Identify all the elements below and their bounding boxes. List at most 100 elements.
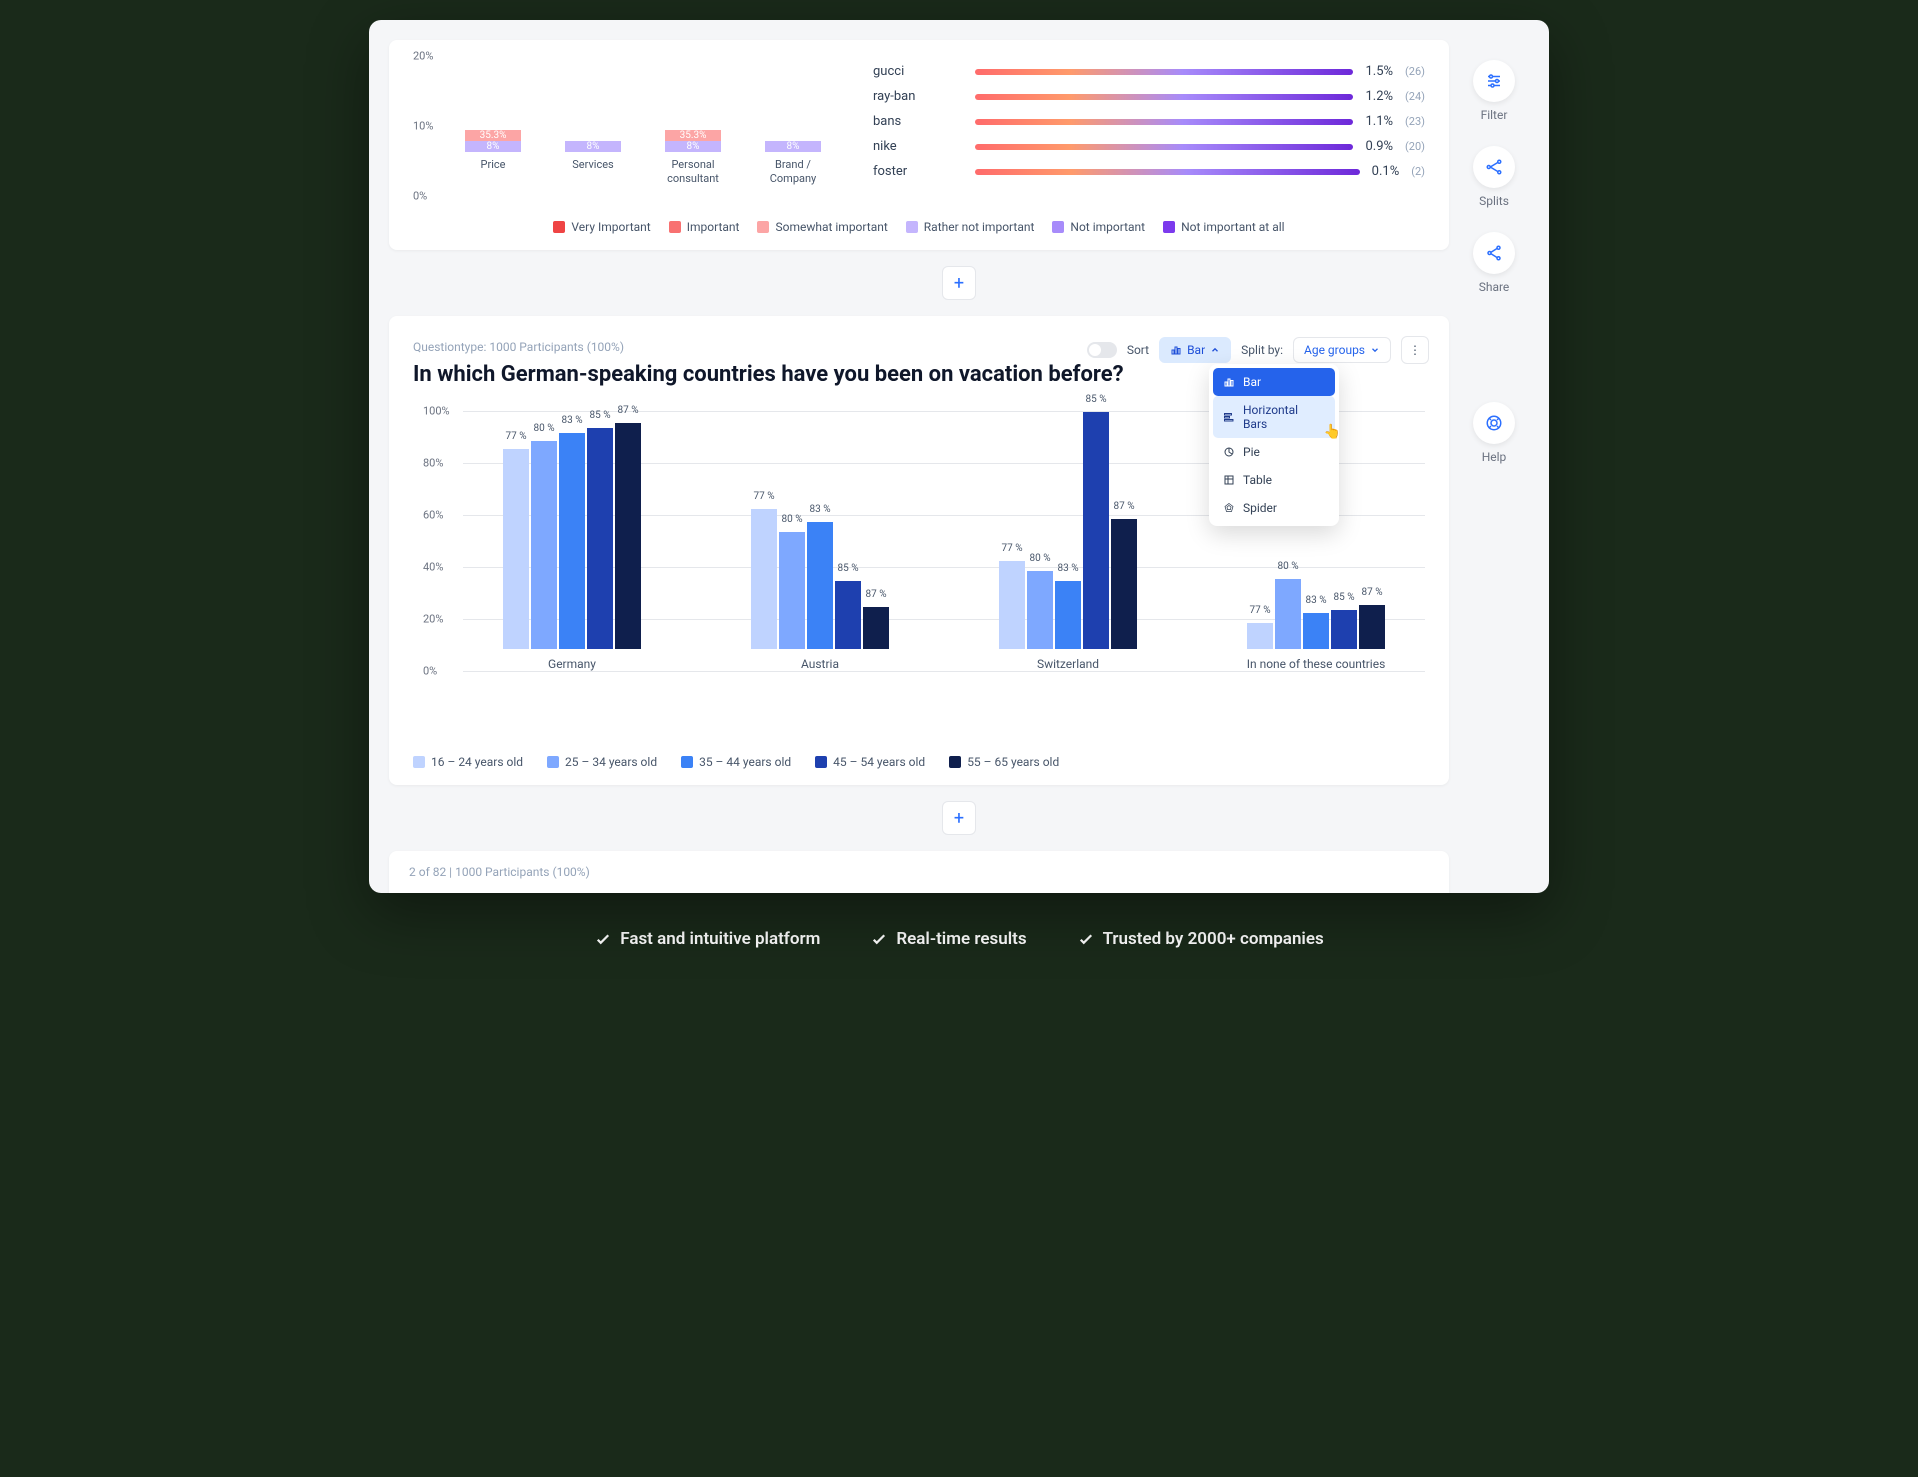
bar: 85 %: [1331, 610, 1357, 649]
seg-label: 8%: [665, 141, 721, 152]
swatch: [1163, 221, 1175, 233]
add-button[interactable]: +: [942, 266, 976, 300]
bar: 85 %: [1083, 412, 1109, 649]
brand-list: gucci 1.5% (26) ray-ban1.2%(24) bans 1.1% (23)…: [873, 56, 1425, 179]
brand-row: foster0.1%(2): [873, 164, 1425, 179]
x-category: In none of these countries: [1247, 657, 1386, 671]
brand-count: (23): [1405, 115, 1425, 128]
swatch: [413, 756, 425, 768]
dropdown-item-table[interactable]: Table: [1213, 466, 1335, 494]
brand-bar: [975, 144, 1353, 150]
bar-label: 87 %: [617, 405, 638, 416]
more-button[interactable]: ⋮: [1401, 336, 1429, 364]
bar: 83 %: [807, 522, 833, 649]
filter-label: Filter: [1481, 108, 1508, 122]
importance-legend: Very Important Important Somewhat importan…: [413, 220, 1425, 234]
legend-item: Somewhat important: [757, 220, 887, 234]
help-button[interactable]: Help: [1473, 402, 1515, 464]
share-icon: [1473, 232, 1515, 274]
bar: 87 %: [615, 423, 641, 649]
splitby-label: Split by:: [1241, 343, 1283, 357]
legend-item: 45 – 54 years old: [815, 755, 925, 769]
legend-item: 35 – 44 years old: [681, 755, 791, 769]
dropdown-item-pie[interactable]: Pie: [1213, 438, 1335, 466]
splitby-chip[interactable]: Age groups: [1293, 337, 1391, 363]
seg-label: 35.3%: [665, 130, 721, 141]
x-category: Personal consultant: [653, 158, 733, 186]
filter-button[interactable]: Filter: [1473, 60, 1515, 122]
x-category: Germany: [548, 657, 596, 671]
bar-group: 77 %80 %83 %85 %87 %Switzerland: [959, 389, 1177, 671]
brand-bar: [975, 169, 1360, 175]
y-tick: 40%: [423, 561, 443, 574]
x-category: Price: [481, 158, 506, 186]
seg-label: 8%: [465, 141, 521, 152]
sort-toggle[interactable]: [1087, 342, 1117, 358]
bar-label: 80 %: [1029, 553, 1050, 564]
bar: 77 %: [751, 509, 777, 649]
swatch: [681, 756, 693, 768]
y-tick: 20%: [413, 50, 433, 63]
bar-label: 85 %: [1333, 592, 1354, 603]
chip-label: Bar: [1187, 343, 1205, 357]
brand-count: (26): [1405, 65, 1425, 78]
gridline: [463, 671, 1425, 672]
age-legend: 16 – 24 years old25 – 34 years old35 – 4…: [413, 755, 1425, 769]
brand-row: ray-ban1.2%(24): [873, 89, 1425, 104]
swatch: [906, 221, 918, 233]
add-button[interactable]: +: [942, 801, 976, 835]
seg-label: 8%: [565, 141, 621, 152]
legend-item: Not important at all: [1163, 220, 1284, 234]
importance-card: 20% 10% 0% 8% 35.3% Price: [389, 40, 1449, 250]
share-button[interactable]: Share: [1473, 232, 1515, 294]
swatch: [949, 756, 961, 768]
check-icon: [870, 930, 888, 948]
bar: 87 %: [1359, 605, 1385, 649]
x-category: Brand / Company: [753, 158, 833, 186]
bar: 80 %: [1275, 579, 1301, 649]
pager-text: 2 of 82 | 1000 Participants (100%): [409, 865, 1429, 879]
x-category: Switzerland: [1037, 657, 1099, 671]
splits-button[interactable]: Splits: [1473, 146, 1515, 208]
bar: 80 %: [779, 532, 805, 649]
brand-name: bans: [873, 114, 963, 129]
chart-type-chip[interactable]: Bar: [1159, 337, 1231, 363]
bar-label: 80 %: [781, 514, 802, 525]
chart-type-dropdown: Bar Horizontal Bars 👆 Pie Table Spider: [1209, 364, 1339, 526]
y-tick: 20%: [423, 613, 443, 626]
legend-item: Very Important: [553, 220, 650, 234]
brand-bar: [975, 119, 1353, 125]
x-category: Services: [572, 158, 613, 186]
swatch: [815, 756, 827, 768]
legend-item: Important: [669, 220, 740, 234]
bar: 77 %: [1247, 623, 1273, 649]
brand-row: nike0.9%(20): [873, 139, 1425, 154]
seg-label: 35.3%: [465, 130, 521, 141]
bar-label: 85 %: [1085, 394, 1106, 405]
help-label: Help: [1482, 450, 1507, 464]
sort-label: Sort: [1127, 343, 1149, 357]
sliders-icon: [1473, 60, 1515, 102]
brand-pct: 1.5%: [1365, 64, 1393, 79]
brand-name: gucci: [873, 64, 963, 79]
bar: 80 %: [1027, 571, 1053, 649]
dropdown-item-spider[interactable]: Spider: [1213, 494, 1335, 522]
swatch: [1052, 221, 1064, 233]
brand-count: (24): [1405, 90, 1425, 103]
legend-item: 25 – 34 years old: [547, 755, 657, 769]
chevron-down-icon: [1370, 345, 1380, 355]
brand-pct: 1.1%: [1365, 114, 1393, 129]
bar: 83 %: [1303, 613, 1329, 649]
bar-label: 85 %: [837, 563, 858, 574]
cursor-icon: 👆: [1324, 424, 1341, 440]
card-controls: Sort Bar Split by: Age groups ⋮: [1087, 336, 1429, 364]
bar-label: 87 %: [1361, 587, 1382, 598]
lifebuoy-icon: [1473, 402, 1515, 444]
check-icon: [594, 930, 612, 948]
dropdown-item-horizontal[interactable]: Horizontal Bars 👆: [1213, 396, 1335, 438]
bar-label: 83 %: [1057, 563, 1078, 574]
brand-row: bans 1.1% (23): [873, 114, 1425, 129]
dropdown-item-bar[interactable]: Bar: [1213, 368, 1335, 396]
seg-label: 8%: [765, 141, 821, 152]
bar-label: 83 %: [809, 504, 830, 515]
